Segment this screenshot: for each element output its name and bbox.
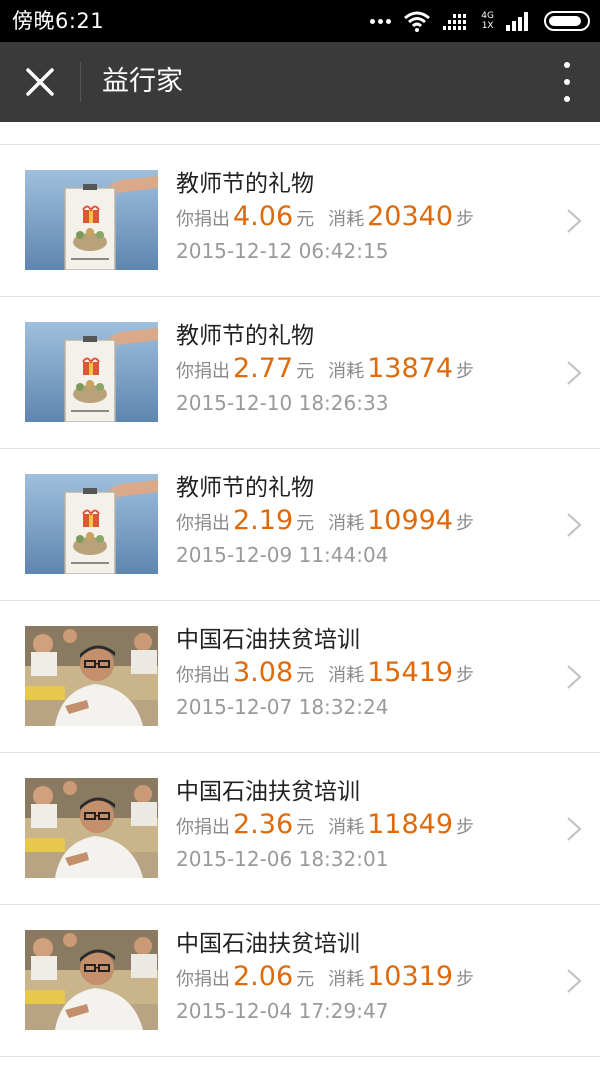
steps-count: 20340 [367, 201, 454, 232]
consumed-label: 消耗 [328, 817, 365, 838]
currency-label: 元 [296, 209, 315, 230]
donation-row[interactable]: 中国石油扶贫培训 你捐出 3.08 元 消耗 15419 步 2015-12-0… [0, 601, 600, 753]
donation-summary: 你捐出 2.06 元 消耗 10319 步 [176, 961, 474, 995]
donation-title: 中国石油扶贫培训 [176, 779, 360, 805]
status-bar: 傍晚6:21 4G 1X [0, 0, 600, 42]
donation-thumbnail [25, 322, 158, 422]
network-4g-icon: 4G 1X [481, 11, 494, 31]
donation-datetime: 2015-12-12 06:42:15 [176, 239, 389, 263]
cellular-signal-icon [506, 12, 528, 31]
chevron-right-icon [567, 969, 582, 993]
donation-thumbnail [25, 930, 158, 1030]
signal-icon [443, 14, 467, 30]
chevron-right-icon [567, 513, 582, 537]
donation-datetime: 2015-12-04 17:29:47 [176, 999, 389, 1023]
gift-donation-box-image [25, 474, 158, 574]
close-button[interactable] [0, 42, 80, 122]
steps-count: 11849 [367, 809, 454, 840]
donation-amount: 2.06 [233, 961, 294, 992]
donated-label: 你捐出 [176, 665, 230, 686]
donation-row[interactable]: 教师节的礼物 你捐出 2.19 元 消耗 10994 步 2015-12-09 … [0, 449, 600, 601]
steps-unit: 步 [456, 969, 475, 990]
donation-summary: 你捐出 4.06 元 消耗 20340 步 [176, 201, 474, 235]
donation-thumbnail [25, 474, 158, 574]
currency-label: 元 [296, 969, 315, 990]
classroom-photo-image [25, 930, 158, 1030]
donation-amount: 2.19 [233, 505, 294, 536]
battery-icon [544, 11, 590, 31]
donation-summary: 你捐出 3.08 元 消耗 15419 步 [176, 657, 474, 691]
page-title: 益行家 [102, 66, 183, 97]
donation-amount: 2.36 [233, 809, 294, 840]
donation-title: 教师节的礼物 [176, 475, 314, 501]
donation-row[interactable]: 教师节的礼物 你捐出 4.06 元 消耗 20340 步 2015-12-12 … [0, 145, 600, 297]
donation-row[interactable]: 教师节的礼物 你捐出 2.77 元 消耗 13874 步 2015-12-10 … [0, 297, 600, 449]
consumed-label: 消耗 [328, 361, 365, 382]
consumed-label: 消耗 [328, 513, 365, 534]
donated-label: 你捐出 [176, 969, 230, 990]
donation-title: 中国石油扶贫培训 [176, 627, 360, 653]
more-vertical-icon [564, 62, 570, 102]
donation-row[interactable]: 中国石油扶贫培训 你捐出 2.06 元 消耗 10319 步 2015-12-0… [0, 905, 600, 1057]
close-icon [26, 68, 54, 96]
chevron-right-icon [567, 209, 582, 233]
gift-donation-box-image [25, 170, 158, 270]
donation-thumbnail [25, 626, 158, 726]
consumed-label: 消耗 [328, 969, 365, 990]
gift-donation-box-image [25, 322, 158, 422]
currency-label: 元 [296, 513, 315, 534]
chevron-right-icon [567, 817, 582, 841]
more-dots-icon [370, 18, 392, 24]
donation-amount: 4.06 [233, 201, 294, 232]
currency-label: 元 [296, 665, 315, 686]
donated-label: 你捐出 [176, 361, 230, 382]
donation-amount: 2.77 [233, 353, 294, 384]
chevron-right-icon [567, 361, 582, 385]
donation-datetime: 2015-12-07 18:32:24 [176, 695, 389, 719]
steps-unit: 步 [456, 665, 475, 686]
steps-count: 10994 [367, 505, 454, 536]
network-bottom-label: 1X [481, 21, 494, 31]
donation-amount: 3.08 [233, 657, 294, 688]
donated-label: 你捐出 [176, 817, 230, 838]
status-time: 傍晚6:21 [12, 9, 105, 33]
donation-list: 教师节的礼物 你捐出 4.06 元 消耗 20340 步 2015-12-12 … [0, 144, 600, 1057]
more-button[interactable] [562, 62, 572, 102]
donated-label: 你捐出 [176, 209, 230, 230]
app-bar-divider [80, 62, 81, 102]
donation-summary: 你捐出 2.19 元 消耗 10994 步 [176, 505, 474, 539]
steps-count: 15419 [367, 657, 454, 688]
donation-summary: 你捐出 2.77 元 消耗 13874 步 [176, 353, 474, 387]
wifi-icon [404, 11, 431, 32]
steps-count: 13874 [367, 353, 454, 384]
donation-thumbnail [25, 170, 158, 270]
classroom-photo-image [25, 778, 158, 878]
consumed-label: 消耗 [328, 665, 365, 686]
consumed-label: 消耗 [328, 209, 365, 230]
steps-unit: 步 [456, 817, 475, 838]
steps-count: 10319 [367, 961, 454, 992]
steps-unit: 步 [456, 209, 475, 230]
currency-label: 元 [296, 361, 315, 382]
donation-title: 教师节的礼物 [176, 171, 314, 197]
donation-thumbnail [25, 778, 158, 878]
donation-row[interactable]: 中国石油扶贫培训 你捐出 2.36 元 消耗 11849 步 2015-12-0… [0, 753, 600, 905]
steps-unit: 步 [456, 361, 475, 382]
donated-label: 你捐出 [176, 513, 230, 534]
donation-title: 教师节的礼物 [176, 323, 314, 349]
chevron-right-icon [567, 665, 582, 689]
donation-title: 中国石油扶贫培训 [176, 931, 360, 957]
donation-summary: 你捐出 2.36 元 消耗 11849 步 [176, 809, 474, 843]
donation-datetime: 2015-12-06 18:32:01 [176, 847, 389, 871]
network-top-label: 4G [481, 11, 494, 21]
currency-label: 元 [296, 817, 315, 838]
app-bar: 益行家 [0, 42, 600, 122]
classroom-photo-image [25, 626, 158, 726]
status-icons: 4G 1X [370, 8, 590, 34]
donation-datetime: 2015-12-09 11:44:04 [176, 543, 389, 567]
donation-datetime: 2015-12-10 18:26:33 [176, 391, 389, 415]
steps-unit: 步 [456, 513, 475, 534]
